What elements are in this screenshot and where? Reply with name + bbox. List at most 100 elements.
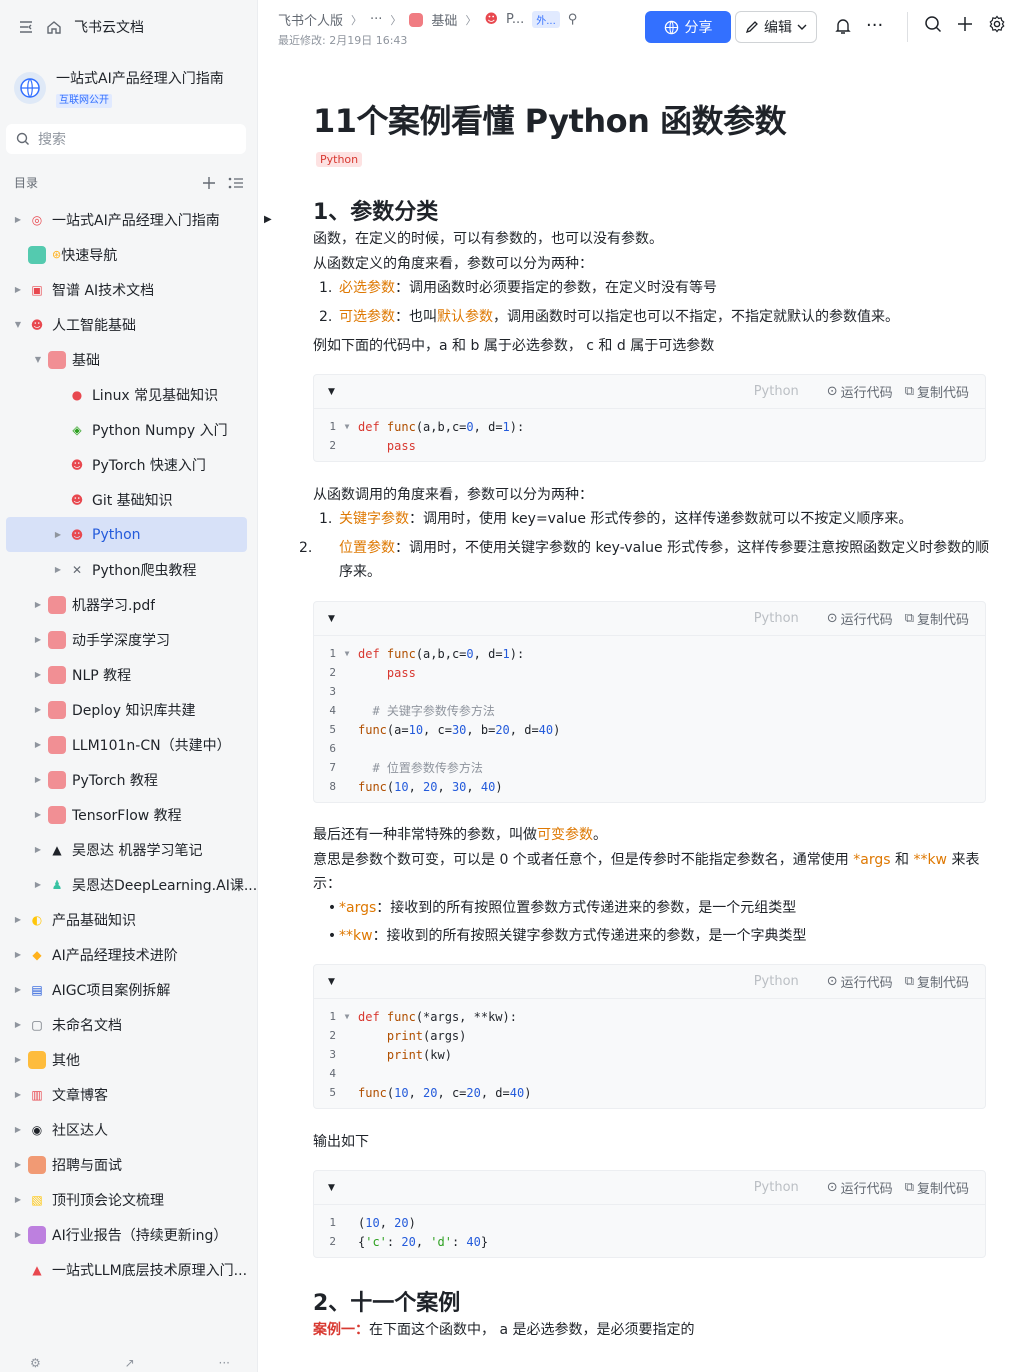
chevron-right-icon[interactable]: ▶ <box>52 565 64 574</box>
chevron-right-icon[interactable]: ▶ <box>32 845 44 854</box>
sidebar-item[interactable]: ▶ 机器学习.pdf <box>0 587 258 622</box>
code-language[interactable]: Python <box>754 611 799 626</box>
chevron-right-icon[interactable]: ▶ <box>32 775 44 784</box>
code-language[interactable]: Python <box>754 974 799 989</box>
collapse-code-icon[interactable]: ▼ <box>328 614 335 624</box>
copy-code-button[interactable]: ⧉ 复制代码 <box>905 1178 969 1197</box>
chevron-right-icon[interactable]: ▶ <box>32 810 44 819</box>
more-icon[interactable]: ··· <box>866 15 883 36</box>
sidebar-item[interactable]: ▶ ◎ 一站式AI产品经理入门指南 <box>0 202 258 237</box>
sidebar-item[interactable]: ▶ TensorFlow 教程 <box>0 797 258 832</box>
home-icon[interactable] <box>46 19 62 35</box>
sidebar-item[interactable]: ▶ ♟ 吴恩达DeepLearning.AI课... <box>0 867 258 902</box>
chevron-right-icon[interactable]: ▶ <box>12 985 24 994</box>
bell-icon[interactable] <box>834 17 852 35</box>
sidebar-item[interactable]: ▶ LLM101n-CN（共建中） <box>0 727 258 762</box>
chevron-right-icon[interactable]: ▶ <box>12 215 24 224</box>
chevron-down-icon[interactable]: ▼ <box>32 355 44 364</box>
edit-button[interactable]: 编辑 <box>735 11 817 43</box>
chevron-right-icon[interactable]: ▶ <box>32 740 44 749</box>
code-content[interactable]: 1 ▼ def func(a,b,c=0, d=1): 2 pass <box>314 409 985 461</box>
chevron-right-icon[interactable]: ▶ <box>32 705 44 714</box>
run-code-button[interactable]: ⊙ 运行代码 <box>827 609 893 628</box>
run-code-button[interactable]: ⊙ 运行代码 <box>827 1178 893 1197</box>
chevron-right-icon[interactable]: ▶ <box>12 1125 24 1134</box>
sidebar-item[interactable]: ▶ 招聘与面试 <box>0 1147 258 1182</box>
chevron-right-icon[interactable]: ▶ <box>12 950 24 959</box>
sidebar-item[interactable]: ● Linux 常见基础知识 <box>0 377 258 412</box>
add-icon[interactable] <box>202 176 216 190</box>
chevron-right-icon[interactable]: ▶ <box>12 1160 24 1169</box>
code-language[interactable]: Python <box>754 384 799 399</box>
chevron-right-icon[interactable]: ▶ <box>32 600 44 609</box>
more-icon[interactable]: ··· <box>219 1356 230 1372</box>
sidebar-item[interactable]: ▼ 基础 <box>0 342 258 377</box>
sidebar-item[interactable]: ☻ Git 基础知识 <box>0 482 258 517</box>
fold-icon[interactable]: ▼ <box>336 422 358 431</box>
sidebar-item[interactable]: ▶ ◐ 产品基础知识 <box>0 902 258 937</box>
sidebar-item[interactable]: ▶ ☻ Python <box>6 517 247 552</box>
crumb-current[interactable]: P... <box>506 12 524 27</box>
sidebar-item[interactable]: ☻ PyTorch 快速入门 <box>0 447 258 482</box>
copy-code-button[interactable]: ⧉ 复制代码 <box>905 609 969 628</box>
chevron-right-icon[interactable]: ▶ <box>12 1195 24 1204</box>
copy-code-button[interactable]: ⧉ 复制代码 <box>905 382 969 401</box>
sidebar-item[interactable]: ⊛ 快速导航 <box>0 237 258 272</box>
chevron-right-icon[interactable]: ▶ <box>52 530 64 539</box>
sidebar-item[interactable]: ▶ ✕ Python爬虫教程 <box>0 552 258 587</box>
pin-icon[interactable]: ⚲ <box>568 12 578 27</box>
sidebar-item[interactable]: ▶ NLP 教程 <box>0 657 258 692</box>
collapse-sidebar-icon[interactable] <box>18 19 34 35</box>
chevron-right-icon[interactable]: ▶ <box>32 880 44 889</box>
run-code-button[interactable]: ⊙ 运行代码 <box>827 972 893 991</box>
crumb-root[interactable]: 飞书个人版 <box>278 10 343 29</box>
chevron-right-icon[interactable]: ▶ <box>32 635 44 644</box>
sidebar-item[interactable]: ▼ ☻ 人工智能基础 <box>0 307 258 342</box>
plus-icon[interactable] <box>956 15 974 33</box>
share-button[interactable]: 分享 <box>645 11 731 43</box>
collapse-code-icon[interactable]: ▼ <box>328 387 335 397</box>
list-settings-icon[interactable] <box>228 176 244 190</box>
crumb-basic[interactable]: 基础 <box>431 10 457 29</box>
sidebar-item[interactable]: ◈ Python Numpy 入门 <box>0 412 258 447</box>
crumb-more[interactable]: ··· <box>370 12 382 27</box>
sidebar-item[interactable]: ▶ 动手学深度学习 <box>0 622 258 657</box>
knowledge-base-header[interactable]: 一站式AI产品经理入门指南 互联网公开 <box>14 64 247 112</box>
search-icon[interactable] <box>924 15 942 33</box>
collapse-code-icon[interactable]: ▼ <box>328 1183 335 1193</box>
sidebar-item[interactable]: ▶ ◉ 社区达人 <box>0 1112 258 1147</box>
chevron-right-icon[interactable]: ▶ <box>12 1055 24 1064</box>
run-code-button[interactable]: ⊙ 运行代码 <box>827 382 893 401</box>
chevron-right-icon[interactable]: ▶ <box>32 670 44 679</box>
sidebar-item[interactable]: ▶ ◆ AI产品经理技术进阶 <box>0 937 258 972</box>
gear-icon[interactable] <box>988 15 1006 33</box>
sidebar-item[interactable]: ▶ ▧ 顶刊顶会论文梳理 <box>0 1182 258 1217</box>
chevron-right-icon[interactable]: ▶ <box>12 915 24 924</box>
chevron-right-icon[interactable]: ▶ <box>12 1230 24 1239</box>
code-language[interactable]: Python <box>754 1180 799 1195</box>
code-content[interactable]: 1 ▼ def func(*args, **kw): 2 print(args) 3 p… <box>314 999 985 1108</box>
share-link-icon[interactable]: ↗ <box>125 1356 135 1372</box>
sidebar-item[interactable]: ▶ Deploy 知识库共建 <box>0 692 258 727</box>
sidebar-item[interactable]: ▶ ▣ 智谱 AI技术文档 <box>0 272 258 307</box>
sidebar-item[interactable]: ▶ PyTorch 教程 <box>0 762 258 797</box>
copy-code-button[interactable]: ⧉ 复制代码 <box>905 972 969 991</box>
search-input[interactable]: 搜索 <box>6 124 246 154</box>
home-label[interactable]: 飞书云文档 <box>74 17 144 37</box>
code-content[interactable]: 1 ▼ def func(a,b,c=0, d=1): 2 pass 3 4 # 关键字参… <box>314 636 985 802</box>
sidebar-item[interactable]: ▶ ▥ 文章博客 <box>0 1077 258 1112</box>
python-tag[interactable]: Python <box>316 152 363 167</box>
fold-icon[interactable]: ▼ <box>336 649 358 658</box>
sidebar-item[interactable]: ▶ ▲ 吴恩达 机器学习笔记 <box>0 832 258 867</box>
sidebar-item[interactable]: ▶ 其他 <box>0 1042 258 1077</box>
collapse-code-icon[interactable]: ▼ <box>328 977 335 987</box>
chevron-right-icon[interactable]: ▶ <box>12 1020 24 1029</box>
chevron-down-icon[interactable]: ▼ <box>12 320 24 329</box>
sidebar-item[interactable]: ▶ ▢ 未命名文档 <box>0 1007 258 1042</box>
sidebar-item[interactable]: ▲ 一站式LLM底层技术原理入门... <box>0 1252 258 1287</box>
chevron-right-icon[interactable]: ▶ <box>12 1090 24 1099</box>
code-content[interactable]: 1 (10, 20) 2 {'c': 20, 'd': 40} <box>314 1205 985 1257</box>
expand-panel-icon[interactable]: ▶ <box>264 214 278 236</box>
chevron-right-icon[interactable]: ▶ <box>12 285 24 294</box>
sidebar-item[interactable]: ▶ AI行业报告（持续更新ing） <box>0 1217 258 1252</box>
